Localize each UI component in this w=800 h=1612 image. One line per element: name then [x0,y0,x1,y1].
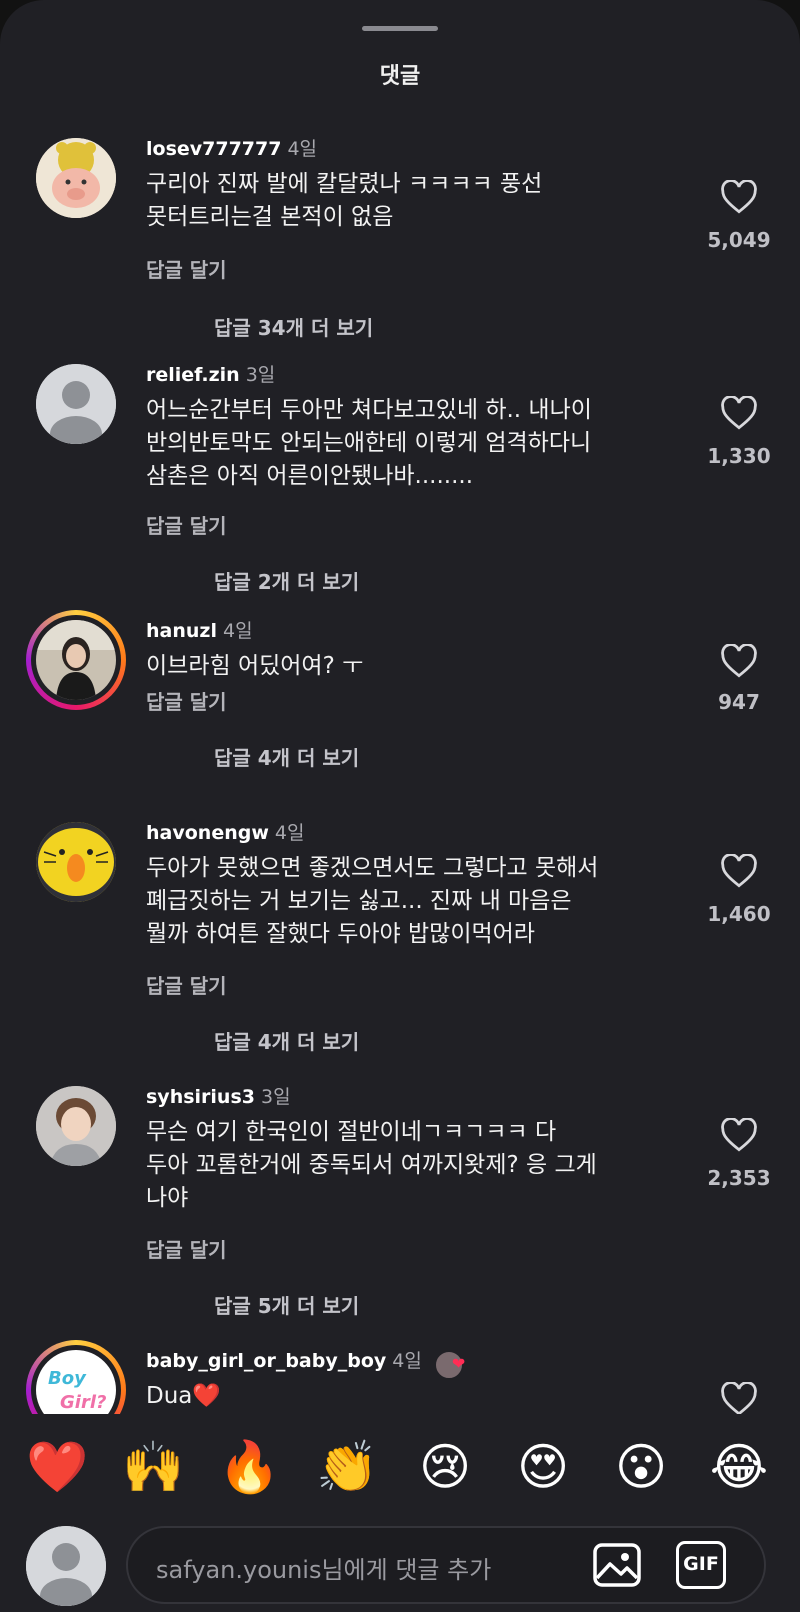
comment-text: 구리아 진짜 발에 칼달렸나 ㅋㅋㅋㅋ 풍선 못터트리는걸 본적이 없음 [146,168,686,234]
username[interactable]: syhsirius3 [146,1086,255,1108]
image-icon[interactable] [592,1540,642,1590]
comment-text: 무슨 여기 한국인이 절반이네ㄱㅋㄱㅋㅋ 다 두아 꼬롬한거에 중독되서 여까지… [146,1116,686,1215]
comment-input-placeholder: safyan.younis님에게 댓글 추가 [156,1556,492,1584]
username[interactable]: baby_girl_or_baby_boy [146,1350,386,1372]
comment-line: 구리아 진짜 발에 칼달렸나 ㅋㅋㅋㅋ 풍선 [146,171,543,197]
comments-sheet: 댓글 losev777777 4일 구리아 진짜 발에 칼달렸나 ㅋㅋㅋㅋ 풍선 [0,0,800,1612]
laughing-emoji-button[interactable]: 😂 [708,1436,770,1498]
comment-meta: syhsirius3 3일 [146,1082,291,1109]
svg-text:Boy: Boy [48,1368,87,1389]
heart-icon[interactable] [720,644,758,678]
reply-button[interactable]: 답글 달기 [146,254,227,283]
boy-avatar-image [36,1086,116,1166]
comment-list[interactable]: losev777777 4일 구리아 진짜 발에 칼달렸나 ㅋㅋㅋㅋ 풍선 못터트… [0,120,800,1414]
timestamp: 4일 [222,620,253,642]
reply-button[interactable]: 답글 달기 [146,970,227,999]
like-count: 5,049 [707,228,771,252]
comment-line: 반의반토막도 안되는애한테 이렇게 엄격하다니 [146,430,592,456]
avatar[interactable] [36,364,116,444]
username[interactable]: hanuzl [146,620,217,642]
gif-button[interactable]: GIF [676,1541,726,1589]
comment-text: 두아가 못했으면 좋겠으면서도 그렇다고 못해서 폐급짓하는 거 보기는 싫고.… [146,852,686,951]
reply-button[interactable]: 답글 달기 [146,686,227,715]
comment-composer: safyan.younis님에게 댓글 추가 GIF [0,1520,800,1612]
avatar [36,620,116,700]
comment-line: 무슨 여기 한국인이 절반이네ㄱㅋㄱㅋㅋ 다 [146,1119,557,1145]
comment-line: 이브라힘 어딨어여? ㅜ [146,653,364,679]
comment-meta: relief.zin 3일 [146,360,275,387]
comment-text: Dua❤️ [146,1380,686,1413]
photo-avatar-image [36,620,116,700]
view-replies-button[interactable]: 답글 5개 더 보기 [214,1290,359,1319]
avatar-story-ring[interactable]: Boy Girl? [26,1340,126,1414]
username[interactable]: losev777777 [146,138,281,160]
view-replies-button[interactable]: 답글 4개 더 보기 [214,1026,359,1055]
comment-meta: hanuzl 4일 [146,616,253,643]
emoji-quick-bar: ❤️ 🙌 🔥 👏 😢 😍 😮 😂 [0,1414,800,1520]
heart-emoji-button[interactable]: ❤️ [26,1436,88,1498]
crying-emoji-button[interactable]: 😢 [414,1436,476,1498]
yellow-cat-avatar-image [36,822,116,902]
svg-text:Girl?: Girl? [60,1392,106,1413]
comment-line: 두아 꼬롬한거에 중독되서 여까지왓제? 응 그게 [146,1152,597,1178]
timestamp: 3일 [260,1086,291,1108]
view-replies-button[interactable]: 답글 34개 더 보기 [214,312,373,341]
heart-icon[interactable] [720,1118,758,1152]
like-count: 1,460 [707,902,771,926]
comment-meta: losev777777 4일 [146,134,317,161]
my-avatar[interactable] [26,1526,106,1606]
comment-line: 두아가 못했으면 좋겠으면서도 그렇다고 못해서 [146,855,599,881]
view-replies-button[interactable]: 답글 2개 더 보기 [214,566,359,595]
avatar-story-ring[interactable] [26,610,126,710]
heart-icon[interactable] [720,396,758,430]
timestamp: 4일 [392,1350,422,1372]
view-replies-button[interactable]: 답글 4개 더 보기 [214,742,359,771]
reply-button[interactable]: 답글 달기 [146,1234,227,1263]
like-count: 947 [718,690,760,714]
surprised-emoji-button[interactable]: 😮 [610,1436,672,1498]
heart-icon[interactable] [720,180,758,214]
heart-icon: ❤ [451,1353,466,1373]
comment-meta: havonengw 4일 [146,818,304,845]
comment-input[interactable]: safyan.younis님에게 댓글 추가 GIF [126,1526,766,1604]
comment-line: 못터트리는걸 본적이 없음 [146,204,394,230]
comment-text: 어느순간부터 두아만 쳐다보고있네 하.. 내나이 반의반토막도 안되는애한테 … [146,394,686,493]
comment-line: 폐급짓하는 거 보기는 싫고... 진짜 내 마음은 [146,888,572,914]
comment-line: 삼촌은 아직 어른이안됐나바........ [146,463,474,489]
like-count: 2,353 [707,1166,771,1190]
comment-meta: baby_girl_or_baby_boy 4일 ❤ [146,1346,468,1380]
comment-line: 어느순간부터 두아만 쳐다보고있네 하.. 내나이 [146,397,592,423]
comment-line: 뭘까 하여튼 잘했다 두아야 밥많이먹어라 [146,921,535,947]
comment-line: 나야 [146,1185,189,1211]
default-avatar-icon [36,364,116,444]
heart-icon[interactable] [720,854,758,888]
creator-liked-badge: ❤ [433,1349,468,1380]
avatar[interactable] [36,822,116,902]
heart-eyes-emoji-button[interactable]: 😍 [512,1436,574,1498]
raised-hands-emoji-button[interactable]: 🙌 [122,1436,184,1498]
heart-icon[interactable] [720,1382,758,1414]
comment-text: 이브라힘 어딨어여? ㅜ [146,650,686,683]
like-count: 1,330 [707,444,771,468]
avatar[interactable] [36,138,116,218]
username[interactable]: havonengw [146,822,269,844]
gif-label: GIF [683,1553,719,1575]
sheet-title: 댓글 [379,64,421,89]
default-avatar-icon [26,1526,106,1606]
pig-bear-avatar-image [36,138,116,218]
comment-line: Dua❤️ [146,1383,222,1409]
drag-handle[interactable] [362,26,438,31]
timestamp: 4일 [287,138,318,160]
avatar[interactable] [36,1086,116,1166]
fire-emoji-button[interactable]: 🔥 [218,1436,280,1498]
clapping-emoji-button[interactable]: 👏 [316,1436,378,1498]
timestamp: 4일 [274,822,305,844]
timestamp: 3일 [245,364,276,386]
username[interactable]: relief.zin [146,364,240,386]
reply-button[interactable]: 답글 달기 [146,510,227,539]
